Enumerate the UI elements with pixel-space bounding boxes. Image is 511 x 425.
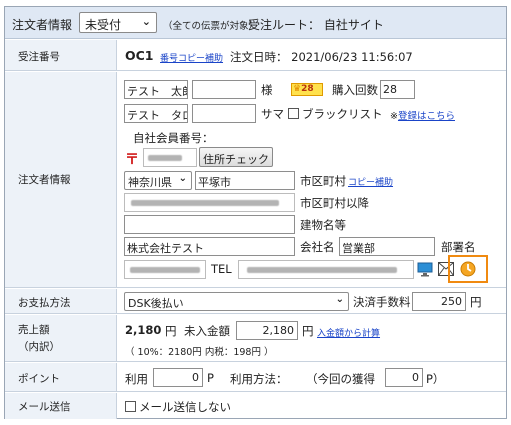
- crown-icon: ♛: [293, 84, 302, 94]
- unpaid-label: 未入金額: [184, 324, 230, 338]
- history-icon[interactable]: [460, 261, 476, 277]
- city-input[interactable]: 平塚市: [195, 171, 295, 190]
- customer-label-cell: 注文者情報: [5, 72, 117, 287]
- payment-method-value: DSK後払い: [128, 297, 184, 310]
- street-input[interactable]: [124, 193, 295, 212]
- blacklist-note-prefix: ※: [390, 111, 398, 122]
- blacklist-checkbox[interactable]: ブラックリスト: [288, 106, 383, 122]
- member-rank-value: 28: [301, 84, 314, 94]
- tel-label: TEL: [211, 262, 232, 276]
- number-copy-link[interactable]: 番号コピー補助: [160, 51, 223, 64]
- points-earn-input[interactable]: 0: [385, 368, 423, 387]
- unpaid-input[interactable]: 2,180: [236, 321, 298, 340]
- blacklist-note: ※登録はこちら: [390, 108, 455, 122]
- company-input[interactable]: 株式会社テスト: [124, 237, 295, 256]
- honorific: 様: [261, 83, 273, 97]
- payment-label-cell: お支払方法: [5, 289, 117, 313]
- department-input[interactable]: 営業部: [339, 237, 435, 256]
- first-name-input[interactable]: [192, 80, 256, 99]
- email-redacted: [247, 267, 397, 273]
- street-redacted: [131, 200, 279, 206]
- order-form: 注文者情報 未受付 ⌄ （全ての伝票が対象） 受注ルート： 自社サイト 受注番号…: [4, 6, 507, 419]
- phone-redacted: [130, 267, 200, 273]
- points-label-cell: ポイント: [5, 363, 117, 391]
- calc-from-payment-link[interactable]: 入金額から計算: [317, 326, 380, 339]
- sales-row: 売上額 （内訳） 2,180 円 未入金額 2,180 円 入金額から計算 （ …: [5, 315, 506, 362]
- points-method-label: 利用方法：: [230, 372, 288, 386]
- building-input[interactable]: [124, 215, 295, 234]
- fee-label: 決済手数料: [353, 295, 411, 309]
- company-label: 会社名: [300, 240, 335, 254]
- prefecture-value: 神奈川県: [128, 176, 172, 189]
- phone-input[interactable]: [124, 260, 206, 279]
- order-number-label-cell: 受注番号: [5, 40, 117, 70]
- fee-input[interactable]: 250: [412, 292, 466, 311]
- member-number-label: 自社会員番号：: [133, 131, 214, 145]
- member-rank-badge: ♛28: [291, 83, 323, 96]
- chevron-down-icon: ⌄: [335, 294, 344, 305]
- unpaid-unit: 円: [302, 324, 314, 338]
- city-label: 市区町村: [300, 174, 346, 188]
- order-number-row: 受注番号 OC1 番号コピー補助 注文日時： 2021/06/23 11:56:…: [5, 40, 506, 71]
- last-name-input[interactable]: テスト 太郎: [124, 80, 188, 99]
- order-date: 注文日時： 2021/06/23 11:56:07: [230, 50, 413, 64]
- first-kana-input[interactable]: [192, 104, 256, 123]
- street-label: 市区町村以降: [300, 196, 369, 210]
- address-check-button[interactable]: 住所チェック: [199, 147, 273, 167]
- mail-row: メール送信 メール送信しない: [5, 393, 506, 419]
- points-earn-label: （今回の獲得: [306, 372, 375, 386]
- no-mail-checkbox-box[interactable]: [125, 401, 136, 412]
- points-earn-unit: P）: [426, 372, 445, 386]
- status-select-value: 未受付: [85, 18, 122, 32]
- order-number-label: 受注番号: [18, 51, 60, 63]
- customer-label: 注文者情報: [18, 174, 71, 186]
- blacklist-label: ブラックリスト: [302, 107, 383, 121]
- city-copy-link[interactable]: コピー補助: [348, 175, 393, 188]
- section-header: 注文者情報 未受付 ⌄ （全ての伝票が対象） 受注ルート： 自社サイト: [5, 7, 506, 39]
- department-label: 部署名: [441, 240, 476, 254]
- postal-mark-icon: 〒: [125, 152, 139, 168]
- mail-label-cell: メール送信: [5, 393, 117, 419]
- sales-amount-unit: 円: [165, 324, 177, 338]
- postal-code-redacted: [148, 155, 182, 161]
- sales-label: 売上額: [18, 324, 50, 336]
- status-select[interactable]: 未受付 ⌄: [79, 12, 157, 33]
- monitor-icon[interactable]: [417, 261, 433, 277]
- order-number: OC1: [125, 48, 154, 63]
- prefecture-select[interactable]: 神奈川県 ⌄: [124, 171, 192, 190]
- purchase-count-input[interactable]: 28: [380, 80, 415, 99]
- no-mail-checkbox[interactable]: メール送信しない: [125, 399, 231, 415]
- sales-amount: 2,180: [125, 323, 162, 337]
- points-use-unit: P: [207, 371, 214, 385]
- order-route: 受注ルート： 自社サイト: [248, 18, 384, 32]
- last-kana-input[interactable]: テスト タロウ: [124, 104, 188, 123]
- purchase-count-label: 購入回数: [332, 83, 378, 97]
- mail-label: メール送信: [18, 401, 71, 413]
- payment-method-select[interactable]: DSK後払い ⌄: [124, 292, 349, 311]
- tax-breakdown: （ 10%：2180円 内税：198円 ）: [125, 347, 274, 358]
- payment-row: お支払方法 DSK後払い ⌄ 決済手数料 250 円: [5, 289, 506, 314]
- blacklist-checkbox-box[interactable]: [288, 108, 299, 119]
- header-title: 注文者情報: [12, 18, 73, 32]
- sales-breakdown-label: （内訳）: [18, 341, 60, 353]
- chevron-down-icon: ⌄: [178, 173, 187, 184]
- points-use-label: 利用: [125, 372, 148, 386]
- points-use-input[interactable]: 0: [153, 368, 203, 387]
- email-input[interactable]: [238, 260, 414, 279]
- honorific-kana: サマ: [261, 107, 284, 121]
- status-note: （全ての伝票が対象）: [163, 21, 259, 32]
- chevron-down-icon: ⌄: [141, 15, 151, 28]
- points-row: ポイント 利用 0 P 利用方法： （今回の獲得 0 P）: [5, 363, 506, 392]
- blacklist-register-link[interactable]: 登録はこちら: [398, 111, 455, 122]
- postal-code-input[interactable]: [143, 148, 197, 167]
- payment-label: お支払方法: [18, 297, 71, 309]
- customer-row: 注文者情報 テスト 太郎 様 ♛28 購入回数 28 テスト タロウ サマ ブラ…: [5, 72, 506, 288]
- no-mail-label: メール送信しない: [139, 400, 231, 414]
- building-label: 建物名等: [300, 218, 346, 232]
- sales-label-cell: 売上額 （内訳）: [5, 315, 117, 361]
- fee-unit: 円: [470, 295, 482, 309]
- points-label: ポイント: [18, 373, 60, 385]
